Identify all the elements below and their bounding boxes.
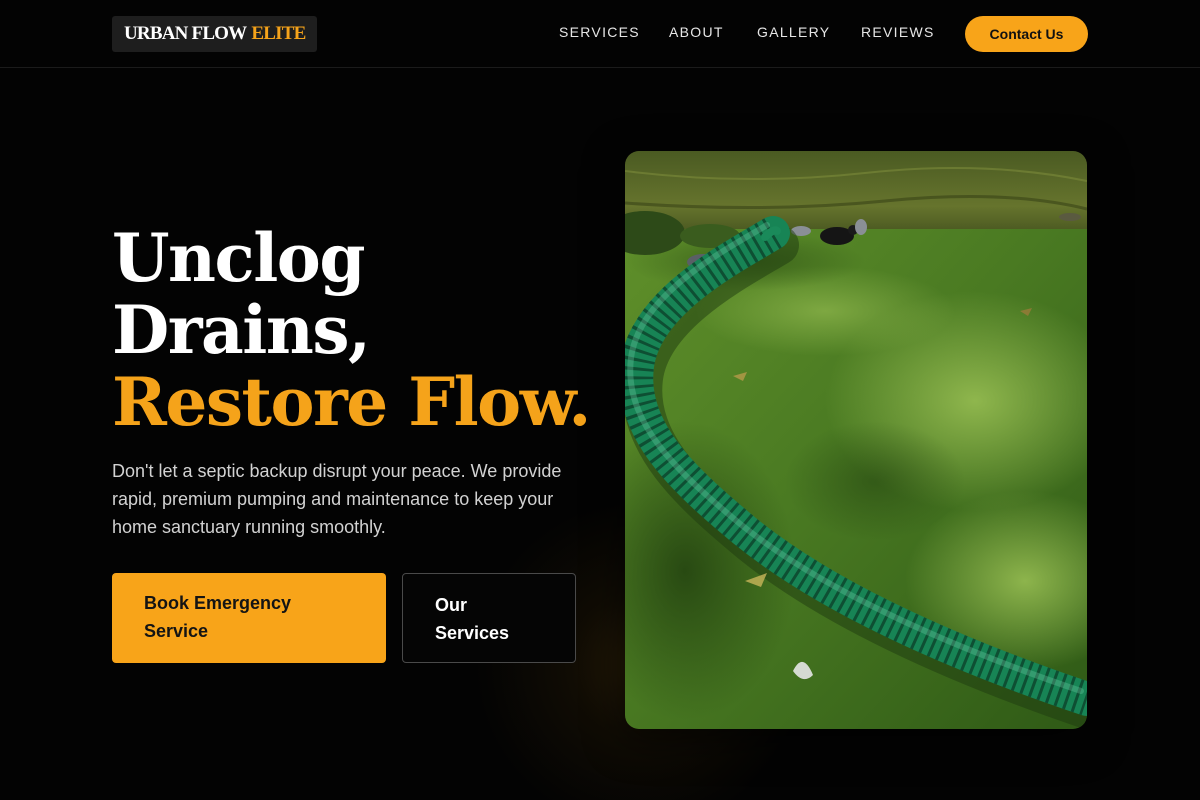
hero-image bbox=[625, 151, 1087, 729]
hero-title-line-2: Drains, bbox=[112, 291, 371, 369]
brand-name-main: URBAN FLOW bbox=[124, 23, 247, 44]
nav-link-about[interactable]: ABOUT bbox=[669, 24, 724, 40]
our-services-button[interactable]: Our Services bbox=[402, 573, 576, 663]
hero-title: Unclog Drains, Restore Flow. bbox=[112, 219, 591, 441]
nav-link-gallery[interactable]: GALLERY bbox=[757, 24, 830, 40]
hero-title-line-1: Unclog bbox=[112, 219, 365, 297]
hose-on-grass-illustration bbox=[625, 151, 1087, 729]
brand-name-accent: ELITE bbox=[251, 23, 306, 44]
landing-page: URBAN FLOW ELITE SERVICES ABOUT GALLERY … bbox=[0, 0, 1200, 800]
hero-title-line-3: Restore Flow. bbox=[112, 363, 591, 441]
site-header: URBAN FLOW ELITE SERVICES ABOUT GALLERY … bbox=[0, 0, 1200, 68]
nav-link-services[interactable]: SERVICES bbox=[559, 24, 640, 40]
nav-link-reviews[interactable]: REVIEWS bbox=[861, 24, 935, 40]
contact-us-button[interactable]: Contact Us bbox=[965, 16, 1088, 52]
book-emergency-service-button[interactable]: Book Emergency Service bbox=[112, 573, 386, 663]
brand-logo[interactable]: URBAN FLOW ELITE bbox=[112, 16, 318, 52]
hero-description: Don't let a septic backup disrupt your p… bbox=[112, 461, 562, 537]
